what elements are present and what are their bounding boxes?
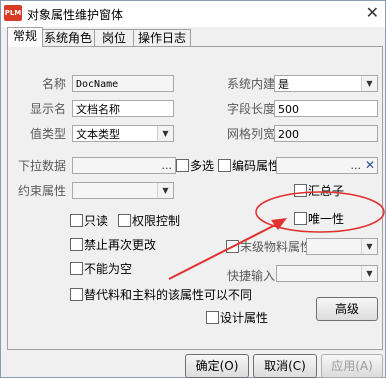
tab-operation-log[interactable]: 操作日志 bbox=[133, 29, 191, 46]
value-type-value: 文本类型 bbox=[76, 128, 120, 141]
quick-input-select[interactable]: ▼ bbox=[276, 265, 378, 282]
system-builtin-label: 系统内建 bbox=[227, 77, 276, 91]
chevron-down-icon[interactable]: ▼ bbox=[361, 76, 377, 91]
dropdown-data-field[interactable]: ... bbox=[72, 157, 176, 174]
tab-positions[interactable]: 岗位 bbox=[94, 29, 134, 46]
alt-material-checkbox[interactable] bbox=[226, 240, 239, 253]
chevron-down-icon[interactable]: ▼ bbox=[157, 126, 173, 141]
display-name-label: 显示名 bbox=[30, 102, 67, 116]
encode-property-label: 编码属性 bbox=[232, 159, 281, 173]
design-attr-checkbox[interactable] bbox=[206, 311, 219, 324]
summary-checkbox[interactable] bbox=[294, 184, 307, 197]
no-change-label: 禁止再次更改 bbox=[84, 238, 157, 252]
dropdown-data-label: 下拉数据 bbox=[18, 159, 67, 173]
cancel-button[interactable]: 取消(C) bbox=[253, 354, 317, 378]
constraint-select[interactable]: ▼ bbox=[72, 182, 174, 199]
browse-dots-button[interactable]: ... bbox=[162, 157, 173, 174]
multiselect-label: 多选 bbox=[190, 159, 215, 173]
window-title: 对象属性维护窗体 bbox=[27, 8, 124, 22]
grid-col-width-label: 网格列宽 bbox=[227, 127, 276, 141]
encode-property-checkbox[interactable] bbox=[218, 159, 231, 172]
encode-browse-button[interactable]: ... bbox=[351, 157, 362, 174]
multiselect-checkbox[interactable] bbox=[176, 159, 189, 172]
tab-general[interactable]: 常规 bbox=[7, 27, 43, 47]
ok-button[interactable]: 确定(O) bbox=[185, 354, 249, 378]
permission-label: 权限控制 bbox=[132, 214, 181, 228]
quick-input-label: 快捷输入 bbox=[227, 269, 276, 283]
no-change-checkbox[interactable] bbox=[70, 238, 83, 251]
alternate-attr-select[interactable]: ▼ bbox=[306, 238, 378, 255]
name-label: 名称 bbox=[42, 77, 67, 91]
display-name-field[interactable]: 文档名称 bbox=[72, 100, 174, 117]
chevron-down-icon[interactable]: ▼ bbox=[157, 183, 173, 198]
readonly-checkbox[interactable] bbox=[70, 214, 83, 227]
alt-same-attr-checkbox[interactable] bbox=[70, 288, 83, 301]
not-empty-checkbox[interactable] bbox=[70, 262, 83, 275]
field-length-field[interactable]: 500 bbox=[274, 100, 378, 117]
readonly-label: 只读 bbox=[84, 214, 109, 228]
encode-attr-field[interactable]: ... ✕ bbox=[276, 157, 378, 174]
value-type-select[interactable]: 文本类型 ▼ bbox=[72, 125, 174, 142]
unique-checkbox[interactable] bbox=[294, 212, 307, 225]
design-attr-label: 设计属性 bbox=[220, 311, 269, 325]
plm-app-icon: PLM bbox=[4, 5, 22, 21]
constraint-label: 约束属性 bbox=[18, 184, 67, 198]
system-builtin-select[interactable]: 是 ▼ bbox=[274, 75, 378, 92]
title-bar: PLM 对象属性维护窗体 ✕ bbox=[1, 1, 385, 27]
permission-checkbox[interactable] bbox=[118, 214, 131, 227]
unique-label: 唯一性 bbox=[308, 212, 345, 226]
alt-same-attr-label: 替代料和主料的该属性可以不同 bbox=[84, 288, 253, 302]
field-length-label: 字段长度 bbox=[227, 102, 276, 116]
not-empty-label: 不能为空 bbox=[84, 262, 133, 276]
alt-material-label: 末级物料属性 bbox=[240, 240, 313, 254]
advanced-button[interactable]: 高级 bbox=[316, 297, 378, 321]
clear-icon[interactable]: ✕ bbox=[363, 158, 377, 173]
chevron-down-icon[interactable]: ▼ bbox=[361, 239, 377, 254]
general-panel: 名称 DocName 显示名 文档名称 值类型 文本类型 ▼ 下拉数据 ... … bbox=[7, 46, 383, 350]
apply-button[interactable]: 应用(A) bbox=[321, 354, 383, 378]
name-field[interactable]: DocName bbox=[72, 75, 174, 92]
value-type-label: 值类型 bbox=[30, 127, 67, 141]
close-icon[interactable]: ✕ bbox=[366, 3, 379, 22]
tab-system-roles[interactable]: 系统角色 bbox=[41, 29, 95, 46]
system-builtin-value: 是 bbox=[278, 78, 289, 91]
chevron-down-icon[interactable]: ▼ bbox=[361, 266, 377, 281]
dialog-window: PLM 对象属性维护窗体 ✕ 常规 系统角色 岗位 操作日志 名称 DocNam… bbox=[0, 0, 386, 378]
summary-label: 汇总子 bbox=[308, 184, 345, 198]
grid-col-width-field[interactable]: 200 bbox=[274, 125, 378, 142]
